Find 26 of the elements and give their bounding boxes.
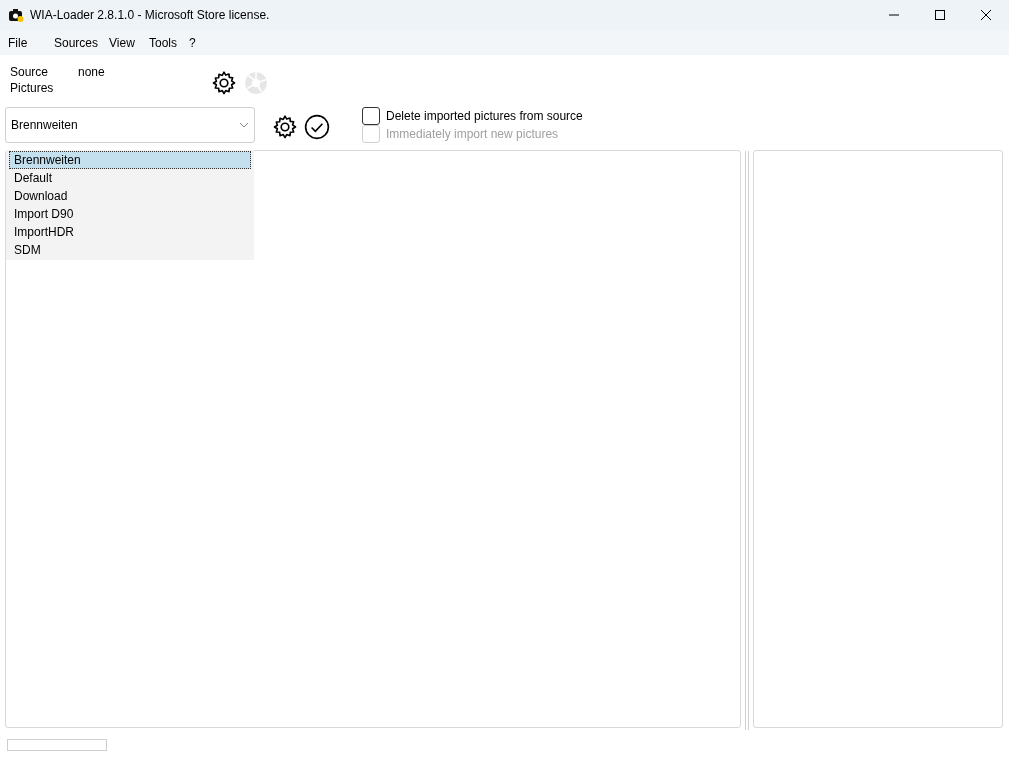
checkbox-label: Delete imported pictures from source	[386, 108, 583, 125]
dropdown-option[interactable]: Default	[9, 169, 251, 187]
dropdown-option[interactable]: Download	[9, 187, 251, 205]
menu-item[interactable]: Tools	[142, 33, 182, 52]
source-value: none	[78, 64, 105, 80]
chevron-down-icon	[239, 122, 249, 128]
menu-item[interactable]: View	[102, 33, 142, 52]
menu-item[interactable]: File	[1, 33, 47, 52]
close-icon	[981, 10, 991, 20]
dropdown-option[interactable]: Import D90	[9, 205, 251, 223]
settings-icon[interactable]	[210, 70, 237, 96]
profile-dropdown[interactable]: Brennweiten	[5, 107, 255, 143]
camera-icon	[9, 8, 24, 22]
dropdown-option[interactable]: SDM	[9, 241, 251, 259]
window-title: WIA-Loader 2.8.1.0 - Microsoft Store license.	[30, 7, 270, 24]
dropdown-option[interactable]: ImportHDR	[9, 223, 251, 241]
checkmark-circle-icon[interactable]	[304, 114, 330, 140]
checkbox-label: Immediately import new pictures	[386, 126, 559, 143]
menu-item[interactable]: Sources	[47, 33, 102, 52]
pictures-label: Pictures	[10, 80, 55, 96]
dropdown-option[interactable]: Brennweiten	[9, 151, 251, 169]
checkbox[interactable]	[362, 107, 380, 125]
maximize-icon	[935, 10, 945, 20]
settings-icon[interactable]	[272, 114, 298, 140]
menu-item[interactable]: ?	[182, 33, 202, 52]
source-label: Source	[10, 64, 50, 80]
